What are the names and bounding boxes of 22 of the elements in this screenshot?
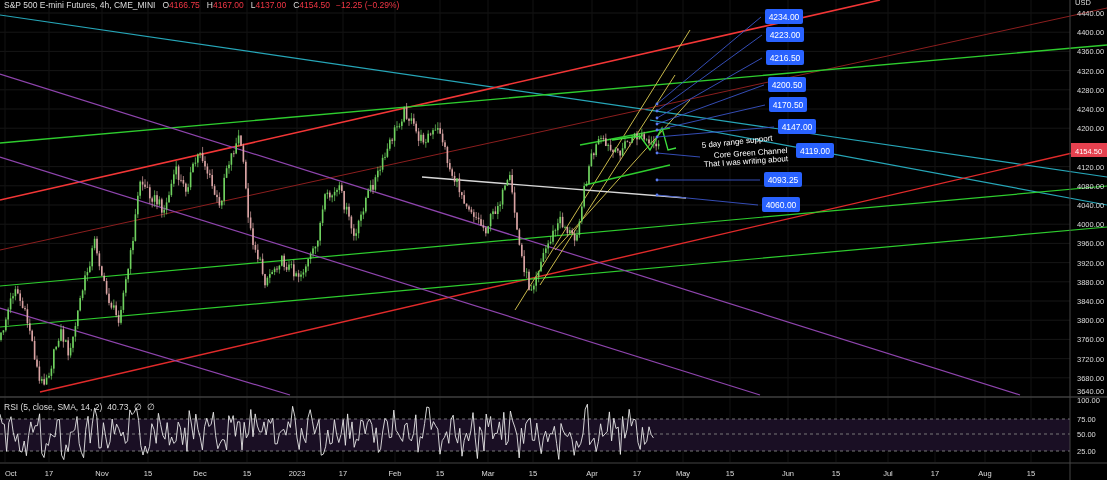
price-label[interactable]: 4119.00 xyxy=(796,143,834,158)
anchor-dot xyxy=(655,193,659,197)
leader-line xyxy=(656,152,701,158)
price-label[interactable]: 4170.50 xyxy=(769,97,807,112)
price-label[interactable]: 4223.00 xyxy=(766,27,804,42)
price-label[interactable]: 4147.00 xyxy=(778,119,816,134)
anchor-dot xyxy=(655,116,659,120)
price-label[interactable]: 4060.00 xyxy=(762,197,800,212)
anchor-dot xyxy=(655,178,659,182)
anchor-dot xyxy=(655,109,659,113)
price-label[interactable]: 4200.50 xyxy=(768,77,806,92)
price-label[interactable]: 4216.50 xyxy=(766,50,804,65)
projection-path xyxy=(611,126,677,152)
indicator-legend: RSI (5, close, SMA, 14, 2) 40.73 ∅ ∅ xyxy=(4,402,155,412)
anchor-dot xyxy=(655,151,659,155)
price-label[interactable]: 4234.00 xyxy=(765,9,803,24)
anchor-dot xyxy=(655,135,659,139)
anchor-dot xyxy=(655,122,659,126)
anchor-dot xyxy=(655,102,659,106)
chart-header: S&P 500 E-mini Futures, 4h, CME_MINI O4166.75 H4167.00 L4137.00 C4154.50 −12.25 (−0.29%) xyxy=(4,0,400,10)
anchor-dot xyxy=(655,128,659,132)
price-label[interactable]: 4093.25 xyxy=(764,172,802,187)
